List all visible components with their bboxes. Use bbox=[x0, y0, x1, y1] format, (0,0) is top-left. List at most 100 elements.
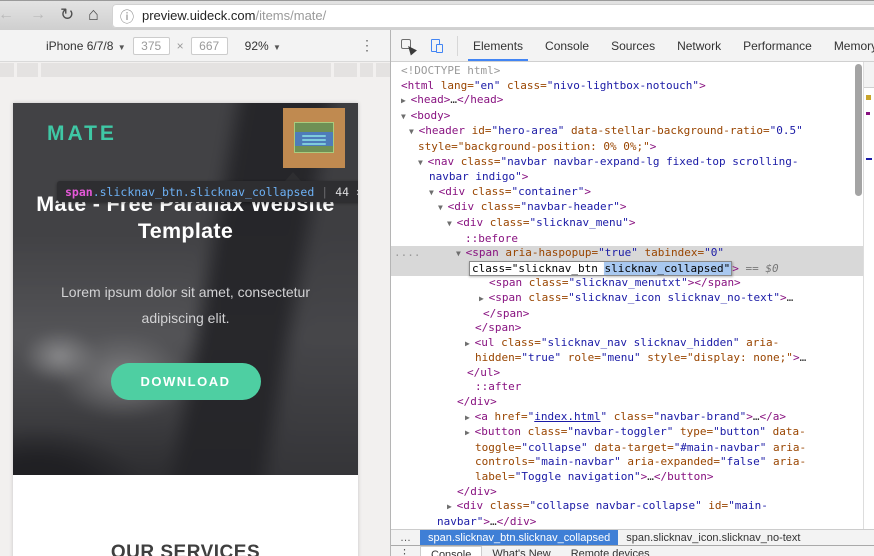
download-button[interactable]: DOWNLOAD bbox=[110, 363, 261, 400]
url-text[interactable]: preview.uideck.com/items/mate/ bbox=[142, 8, 326, 23]
code-token: "nivo-lightbox-notouch" bbox=[546, 78, 700, 92]
code-token: "en" bbox=[473, 78, 501, 92]
devtools-tab-console[interactable]: Console bbox=[545, 30, 589, 61]
dom-tree-line[interactable]: </div> bbox=[391, 485, 874, 500]
drawer-tab-what-s-new[interactable]: What's New bbox=[482, 546, 560, 556]
ruler-segment bbox=[376, 63, 390, 77]
dom-tree-line[interactable]: toggle="collapse" data-target="#main-nav… bbox=[391, 441, 874, 456]
dom-tree-line[interactable]: </span> bbox=[391, 307, 874, 322]
page-preview-pane: MATE span .slicknav_btn.slicknav_collapse… bbox=[0, 62, 390, 556]
code-token: id= bbox=[701, 499, 729, 513]
code-token: </div> bbox=[457, 484, 497, 498]
code-token: <div bbox=[456, 215, 484, 229]
dom-tree-line[interactable]: ▼ <header id="hero-area" data-stellar-ba… bbox=[391, 124, 874, 140]
drawer-tab-console[interactable]: Console bbox=[420, 546, 483, 556]
dom-tree-line[interactable]: ::after bbox=[391, 380, 874, 395]
code-token: "navbar navbar-expand-lg fixed-top scrol… bbox=[500, 154, 799, 168]
dom-tree-line[interactable]: ▼ <nav class="navbar navbar-expand-lg fi… bbox=[391, 155, 874, 171]
code-token: class= bbox=[522, 276, 569, 290]
code-token: > bbox=[649, 139, 657, 153]
site-logo[interactable]: MATE bbox=[47, 122, 117, 146]
breadcrumb-ellipsis[interactable]: … bbox=[400, 532, 411, 544]
hamburger-icon bbox=[302, 135, 326, 137]
code-token: <span bbox=[465, 246, 499, 260]
code-token: <body> bbox=[410, 108, 451, 122]
devtools-scrollbar[interactable] bbox=[855, 64, 862, 196]
dom-tree-line[interactable]: label="Toggle navigation">…</button> bbox=[391, 470, 874, 485]
dom-tree-line[interactable]: </ul> bbox=[391, 366, 874, 381]
services-heading: OUR SERVICES bbox=[110, 542, 261, 556]
dom-tree-line[interactable]: ▼ <div class="slicknav_menu"> bbox=[391, 216, 874, 232]
dom-tree-line[interactable]: class="slicknav_btn slicknav_collapsed" >… bbox=[391, 260, 874, 277]
code-token: slicknav_collapsed" bbox=[604, 260, 733, 276]
devtools-tab-network[interactable]: Network bbox=[677, 30, 721, 61]
code-token: id= bbox=[465, 124, 492, 138]
device-select[interactable]: iPhone 6/7/8 ▼ bbox=[46, 39, 126, 53]
dom-tree-line[interactable]: ▶ <ul class="slicknav_nav slicknav_hidde… bbox=[391, 336, 874, 352]
hero-section: MATE span .slicknav_btn.slicknav_collapse… bbox=[13, 103, 358, 475]
inspect-element-icon[interactable] bbox=[400, 38, 417, 56]
code-token: ▶ bbox=[447, 502, 457, 512]
code-token: == $0 bbox=[745, 261, 779, 275]
code-token: … bbox=[489, 514, 497, 528]
drawer-tab-remote-devices[interactable]: Remote devices bbox=[561, 546, 660, 556]
code-token: aria- bbox=[766, 440, 807, 454]
dom-tree-line[interactable]: </span> bbox=[391, 321, 874, 336]
inspected-element-highlight[interactable] bbox=[283, 108, 345, 168]
browser-toolbar: ← → ↻ ⌂ ⓘ preview.uideck.com/items/mate/ bbox=[0, 0, 874, 30]
zoom-select[interactable]: 92% ▼ bbox=[245, 39, 281, 53]
site-info-icon[interactable]: ⓘ bbox=[120, 7, 134, 27]
code-token: lang= bbox=[434, 78, 474, 92]
device-width-input[interactable] bbox=[132, 36, 170, 55]
dom-tree-line[interactable]: .... ▼ <span aria-haspopup="true" tabinde… bbox=[391, 246, 874, 262]
devtools-tab-memory[interactable]: Memory bbox=[834, 30, 874, 61]
dom-tree-line[interactable]: ▶ <button class="navbar-toggler" type="b… bbox=[391, 425, 874, 441]
dom-tree-line[interactable]: style="background-position: 0% 0%;"> bbox=[391, 140, 874, 155]
devtools-tab-sources[interactable]: Sources bbox=[611, 30, 655, 61]
device-height-input[interactable] bbox=[190, 36, 228, 55]
dom-tree-line[interactable]: ▼ <div class="navbar-header"> bbox=[391, 200, 874, 216]
breadcrumb-item[interactable]: span.slicknav_btn.slicknav_collapsed bbox=[420, 530, 619, 545]
dom-tree-line[interactable]: controls="main-navbar" aria-expanded="fa… bbox=[391, 455, 874, 470]
dom-tree-line[interactable]: <html lang="en" class="nivo-lightbox-not… bbox=[391, 79, 874, 94]
dom-tree-line[interactable]: <span class="slicknav_menutxt"></span> bbox=[391, 276, 874, 291]
code-token: > bbox=[619, 200, 627, 214]
dom-tree-line[interactable]: navbar indigo"> bbox=[391, 170, 874, 185]
dom-tree-line[interactable]: ▶ <a href="index.html" class="navbar-bra… bbox=[391, 410, 874, 426]
address-bar[interactable]: ⓘ preview.uideck.com/items/mate/ bbox=[112, 4, 874, 28]
code-token: <header bbox=[418, 124, 465, 138]
ruler-segment bbox=[41, 63, 331, 77]
dom-tree-line[interactable]: hidden="true" role="menu" style="display… bbox=[391, 351, 874, 366]
refresh-icon[interactable]: ↻ bbox=[60, 4, 74, 26]
breadcrumb-item[interactable]: span.slicknav_icon.slicknav_no-text bbox=[618, 530, 808, 545]
forward-icon[interactable]: → bbox=[30, 4, 46, 26]
code-token: </button> bbox=[653, 470, 714, 484]
back-icon[interactable]: ← bbox=[0, 4, 14, 26]
device-toolbar-menu-icon[interactable]: ⋮ bbox=[360, 37, 374, 54]
dom-tree-line[interactable]: ▶ <div class="collapse navbar-collapse" … bbox=[391, 499, 874, 515]
dom-tree-line[interactable]: <!DOCTYPE html> bbox=[391, 64, 874, 79]
dom-tree-line[interactable]: ▼ <div class="container"> bbox=[391, 185, 874, 201]
dom-tree-line[interactable]: ::before bbox=[391, 232, 874, 247]
drawer-menu-icon[interactable]: ⋮ bbox=[399, 547, 410, 556]
devtools-tab-elements[interactable]: Elements bbox=[467, 30, 529, 61]
code-token: <button bbox=[474, 425, 521, 439]
code-token: type= bbox=[673, 425, 714, 439]
tooltip-tag: span bbox=[65, 184, 93, 199]
home-icon[interactable]: ⌂ bbox=[88, 3, 99, 25]
code-token: </span> bbox=[483, 306, 530, 320]
styles-fragment bbox=[866, 158, 872, 160]
code-token: class= bbox=[454, 154, 501, 168]
dom-tree-line[interactable]: navbar">…</div> bbox=[391, 515, 874, 529]
code-token: href= bbox=[487, 409, 528, 423]
code-token: "0" bbox=[704, 246, 724, 260]
dom-tree-line[interactable]: ▼ <body> bbox=[391, 109, 874, 125]
device-toolbar-toggle-icon[interactable] bbox=[429, 38, 445, 54]
dom-tree-line[interactable]: </div> bbox=[391, 395, 874, 410]
ruler-segment bbox=[334, 63, 357, 77]
dom-tree-line[interactable]: ▶ <head>…</head> bbox=[391, 93, 874, 109]
dom-tree-line[interactable]: ▶ <span class="slicknav_icon slicknav_no… bbox=[391, 291, 874, 307]
code-token: </head> bbox=[457, 93, 504, 107]
code-token: ▼ bbox=[418, 157, 428, 167]
devtools-tab-performance[interactable]: Performance bbox=[743, 30, 812, 61]
